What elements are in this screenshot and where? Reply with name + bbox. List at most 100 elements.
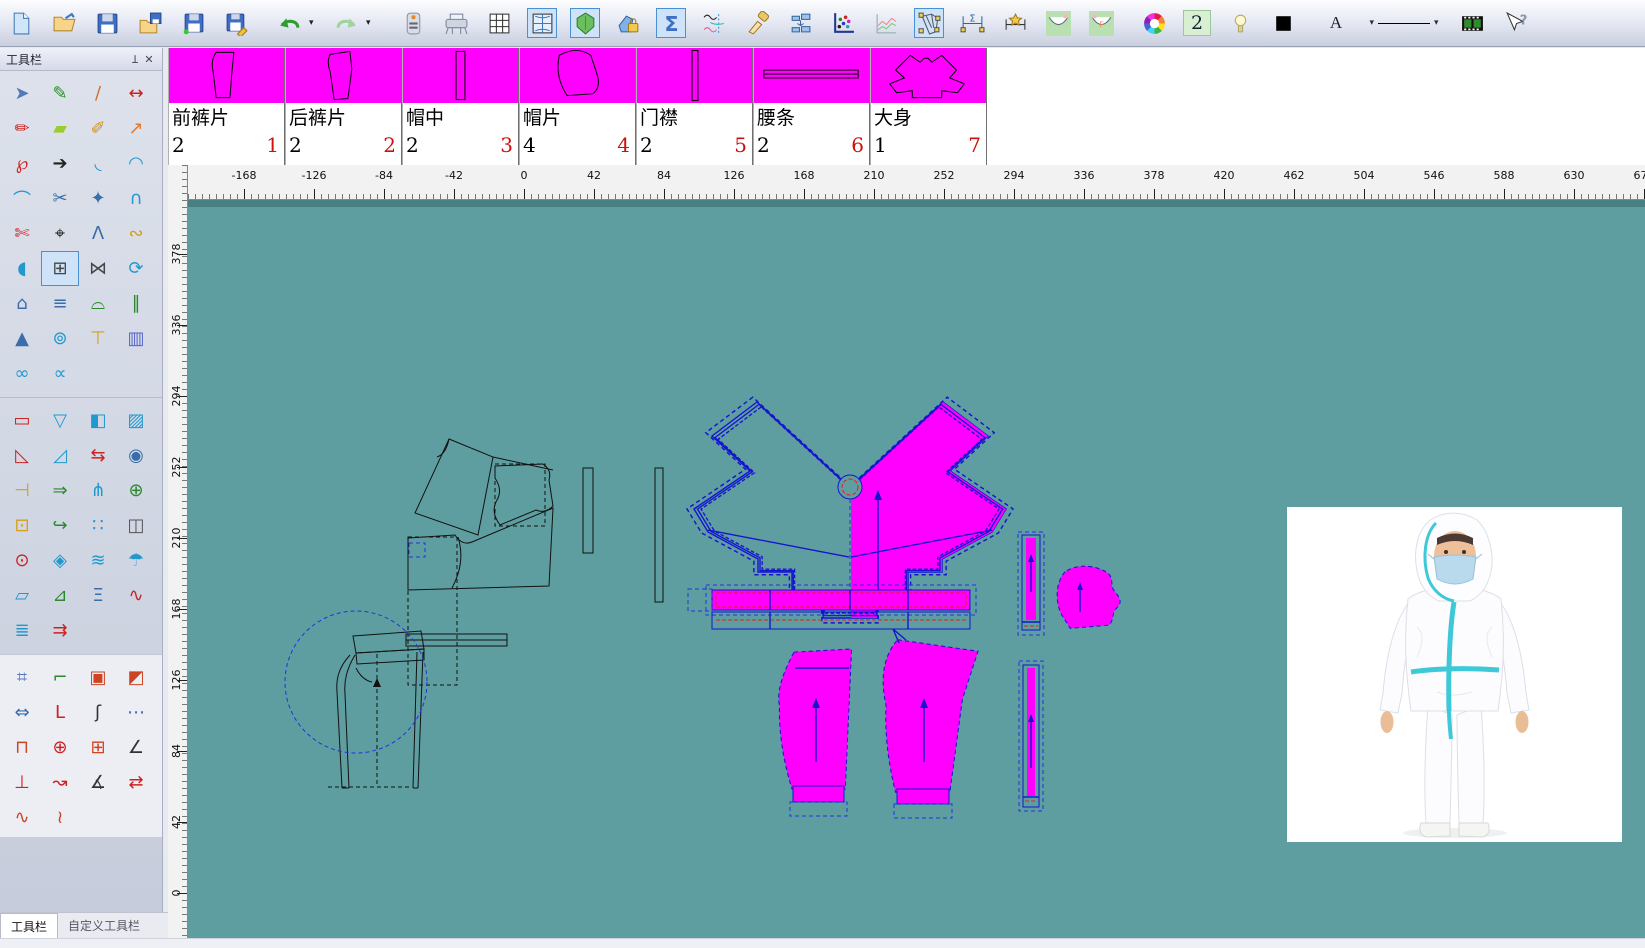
steps-measure-tool[interactable]: ⊿ xyxy=(41,578,79,613)
hood-piece-group[interactable] xyxy=(1057,566,1120,628)
help-cursor-button[interactable]: ? xyxy=(1500,8,1530,38)
angle-line-tool[interactable]: ∠ xyxy=(117,730,155,765)
redo-button[interactable] xyxy=(331,8,361,38)
pen-curve-tool[interactable]: ✎ xyxy=(41,76,79,111)
line-style-select[interactable]: ▾▾ xyxy=(1364,8,1444,38)
sewing-machine-tool[interactable]: Ξ xyxy=(79,578,117,613)
measure-star-button[interactable] xyxy=(1000,8,1030,38)
placket-strip-1-group[interactable] xyxy=(1018,532,1044,635)
layout-boxes-tool[interactable]: ⊞ xyxy=(41,251,79,286)
palette-tab-2[interactable]: 自定义工具栏 xyxy=(58,913,150,939)
notch-dots-tool[interactable]: ∷ xyxy=(79,508,117,543)
piece-card-6[interactable]: 腰条26 xyxy=(753,48,870,165)
piece-card-1[interactable]: 前裤片21 xyxy=(168,48,285,165)
piece-flow-button[interactable] xyxy=(785,8,815,38)
point-arrow-tool[interactable]: ➔ xyxy=(41,146,79,181)
save-as-button[interactable] xyxy=(178,8,208,38)
light-toggle-button[interactable] xyxy=(1225,8,1255,38)
save-button[interactable] xyxy=(92,8,122,38)
block-piece-tool[interactable]: ◧ xyxy=(79,403,117,438)
redo-button-caret[interactable]: ▾ xyxy=(366,18,375,28)
brush-clean-button[interactable] xyxy=(742,8,772,38)
zigzag-pair-tool[interactable]: ≀ xyxy=(41,800,79,835)
measure-bar-tool[interactable]: ⊣ xyxy=(3,473,41,508)
select-tool[interactable]: ➤ xyxy=(3,76,41,111)
piece-count-display[interactable]: 2 xyxy=(1182,8,1212,38)
size-table-button[interactable] xyxy=(484,8,514,38)
corner-curve-tool[interactable]: ◟ xyxy=(79,146,117,181)
piece-card-2[interactable]: 后裤片22 xyxy=(285,48,402,165)
save-export-button[interactable] xyxy=(221,8,251,38)
smock-pleats-tool[interactable]: ▥ xyxy=(117,321,155,356)
grade-gauge-tool[interactable]: ⊕ xyxy=(117,473,155,508)
line-styles-tool[interactable]: ≡ xyxy=(41,286,79,321)
piece-card-3[interactable]: 帽中23 xyxy=(402,48,519,165)
dart-tool[interactable]: ◺ xyxy=(3,438,41,473)
compare-pieces-tool[interactable]: ◫ xyxy=(117,508,155,543)
draft-block-group[interactable] xyxy=(285,439,663,788)
split-piece-tool[interactable]: ⋔ xyxy=(79,473,117,508)
spiral-tool[interactable]: ⊚ xyxy=(41,321,79,356)
compass-tool[interactable]: Λ xyxy=(79,216,117,251)
merge-pieces-tool[interactable]: ◩ xyxy=(117,660,155,695)
hem-square-tool[interactable]: ▣ xyxy=(79,660,117,695)
curve-arrow-tool[interactable]: ↝ xyxy=(41,765,79,800)
measure-sum-button[interactable]: Σ xyxy=(957,8,987,38)
pin-icon[interactable]: Ʇ xyxy=(128,52,142,67)
fabric-layers-tool[interactable]: ≣ xyxy=(3,613,41,648)
dart-move-tool[interactable]: ⇆ xyxy=(79,438,117,473)
hem-l-tool[interactable]: L xyxy=(41,695,79,730)
mirror-tool[interactable]: ⋈ xyxy=(79,251,117,286)
move-point-tool[interactable]: ↗ xyxy=(117,111,155,146)
tee-tool[interactable]: ⊤ xyxy=(79,321,117,356)
pencil-tool[interactable]: ✏ xyxy=(3,111,41,146)
scissors-tool[interactable]: ✂ xyxy=(41,181,79,216)
calculator-button[interactable] xyxy=(398,8,428,38)
curve-lines-button[interactable] xyxy=(699,8,729,38)
lock-pattern-button[interactable] xyxy=(613,8,643,38)
neckline-curve-1-button[interactable] xyxy=(1043,8,1073,38)
eraser-tool[interactable]: ▰ xyxy=(41,111,79,146)
link-tool[interactable]: ∞ xyxy=(3,356,41,391)
pattern-window-button[interactable] xyxy=(527,8,557,38)
nested-rect-tool[interactable]: ⊞ xyxy=(79,730,117,765)
zigzag-seam-tool[interactable]: ∿ xyxy=(3,800,41,835)
scene-view-tool[interactable]: ☂ xyxy=(117,543,155,578)
placket-strip-2-group[interactable] xyxy=(1019,661,1043,811)
curve-chart-button[interactable] xyxy=(871,8,901,38)
design-canvas[interactable] xyxy=(188,200,1645,938)
select-frame-tool[interactable]: ⌗ xyxy=(3,660,41,695)
undo-button[interactable] xyxy=(274,8,304,38)
close-icon[interactable]: ✕ xyxy=(142,53,156,66)
unlink-tool[interactable]: ∝ xyxy=(41,356,79,391)
neckline-curve-2-button[interactable]: F xyxy=(1086,8,1116,38)
curve-hook-tool[interactable]: ⌒ xyxy=(3,181,41,216)
button-tool[interactable]: ◉ xyxy=(117,438,155,473)
seam-ripper-tool[interactable]: ℘ xyxy=(3,146,41,181)
front-pant-piece-group[interactable] xyxy=(779,649,852,816)
pleat-insert-tool[interactable]: ∥ xyxy=(117,286,155,321)
diamond-move-tool[interactable]: ◈ xyxy=(41,543,79,578)
arc-center-tool[interactable]: ⊕ xyxy=(41,730,79,765)
piece-card-7[interactable]: 大身17 xyxy=(870,48,987,165)
cut-red-tool[interactable]: ✄ xyxy=(3,216,41,251)
pocket-tool[interactable]: ▽ xyxy=(41,403,79,438)
frame-corner-tool[interactable]: ▱ xyxy=(3,578,41,613)
fullness-tool[interactable]: ⌓ xyxy=(79,286,117,321)
corner-seam-tool[interactable]: ⌐ xyxy=(41,660,79,695)
export-piece-tool[interactable]: ⇉ xyxy=(41,613,79,648)
node-chain-tool[interactable]: ⋯ xyxy=(117,695,155,730)
snap-cross-tool[interactable]: ⌖ xyxy=(41,216,79,251)
shirring-tool[interactable]: ≋ xyxy=(79,543,117,578)
brush-curve-tool[interactable]: ✐ xyxy=(79,111,117,146)
seam-outline-tool[interactable]: ▭ xyxy=(3,403,41,438)
shape-seal-tool[interactable]: ✦ xyxy=(79,181,117,216)
color-swatch-button[interactable] xyxy=(1268,8,1298,38)
angle-measure-tool[interactable]: ∡ xyxy=(79,765,117,800)
film-strip-button[interactable] xyxy=(1457,8,1487,38)
save-all-button[interactable] xyxy=(135,8,165,38)
mark-dot-tool[interactable]: ⊙ xyxy=(3,543,41,578)
double-curve-tool[interactable]: ∩ xyxy=(117,181,155,216)
open-file-button[interactable] xyxy=(49,8,79,38)
rotate-copy-tool[interactable]: ⟳ xyxy=(117,251,155,286)
